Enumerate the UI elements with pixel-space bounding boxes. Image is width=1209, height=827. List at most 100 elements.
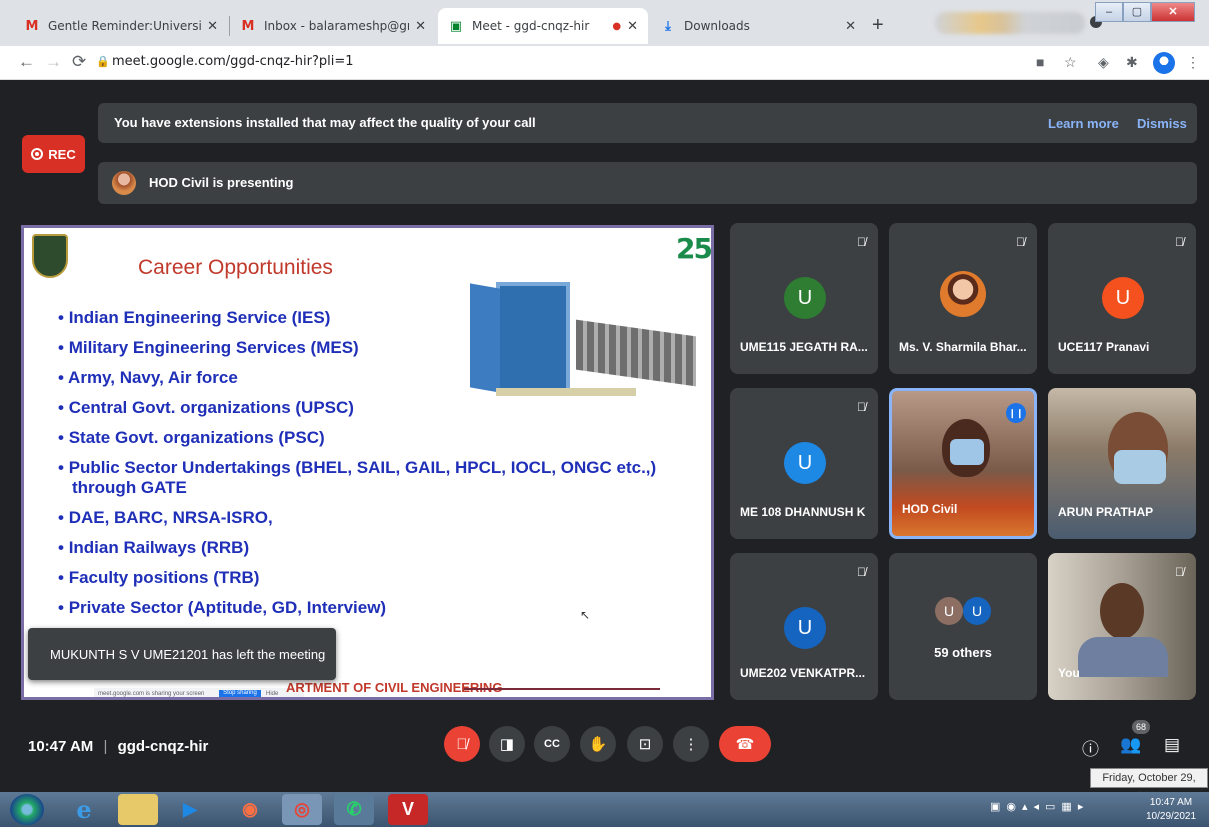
face-mask xyxy=(950,439,984,465)
career-item: Indian Railways (RRB) xyxy=(58,538,668,558)
participant-tile[interactable]: 🎙̸ U UCE117 Pranavi xyxy=(1048,223,1196,374)
mic-off-icon: 🎙̸ xyxy=(857,400,866,414)
presenting-bar: HOD Civil is presenting xyxy=(98,162,1197,204)
mouse-cursor-icon: ↖ xyxy=(580,608,591,622)
more-options-button[interactable]: ⋮ xyxy=(673,726,709,762)
participant-tile-speaking[interactable]: ❙❙ HOD Civil xyxy=(889,388,1037,539)
more-vert-icon: ⋮ xyxy=(683,736,699,753)
participant-tile[interactable]: 🎙̸ U ME 108 DHANNUSH K xyxy=(730,388,878,539)
hide-button[interactable]: Hide xyxy=(266,691,278,697)
extension-warning-banner: You have extensions installed that may a… xyxy=(98,103,1197,143)
minimize-button[interactable]: – xyxy=(1095,2,1123,22)
date-tooltip: Friday, October 29, 2021 xyxy=(1090,768,1208,802)
participant-name: UME115 JEGATH RA... xyxy=(740,340,868,354)
start-button[interactable] xyxy=(10,794,44,825)
presenting-text: HOD Civil is presenting xyxy=(149,175,294,190)
left-meeting-toast: MUKUNTH S V UME21201 has left the meetin… xyxy=(28,628,336,680)
close-tab-icon[interactable]: ✕ xyxy=(627,19,638,34)
participant-avatar: U xyxy=(784,277,826,319)
file-explorer-icon[interactable] xyxy=(118,794,158,825)
menu-kebab-icon[interactable]: ⋮ xyxy=(1186,54,1200,71)
profile-avatar[interactable] xyxy=(1153,52,1175,74)
hang-up-icon: ☎ xyxy=(735,736,755,753)
window-controls: – ▢ ✕ xyxy=(1095,2,1195,22)
participant-avatar: U xyxy=(784,442,826,484)
mic-off-icon: 🎙̸ xyxy=(1016,235,1025,249)
career-item: Central Govt. organizations (UPSC) xyxy=(58,398,668,418)
career-item: Private Sector (Aptitude, GD, Interview) xyxy=(58,598,668,618)
reload-icon[interactable]: ⟳ xyxy=(72,52,86,72)
chrome-icon[interactable]: ◎ xyxy=(282,794,322,825)
raise-hand-button[interactable]: ✋ xyxy=(580,726,616,762)
firefox-icon[interactable]: ◉ xyxy=(230,794,270,825)
end-call-button[interactable]: ☎ xyxy=(719,726,771,762)
tab-gentle-reminder[interactable]: M Gentle Reminder:University Distr ✕ xyxy=(14,8,228,44)
participant-tile[interactable]: 🎙̸ Ms. V. Sharmila Bhar... xyxy=(889,223,1037,374)
forward-icon[interactable]: → xyxy=(45,52,62,72)
address-bar[interactable]: meet.google.com/ggd-cnqz-hir?pli=1 xyxy=(112,54,354,69)
career-item: Army, Navy, Air force xyxy=(58,368,668,388)
tab-meet[interactable]: ▣ Meet - ggd-cnqz-hir ● ✕ xyxy=(438,8,648,44)
stop-sharing-button[interactable]: Stop sharing xyxy=(219,690,261,697)
new-tab-button[interactable]: + xyxy=(872,14,884,37)
speaking-indicator-icon: ❙❙ xyxy=(1006,403,1026,423)
participant-tile[interactable]: 🎙̸ U UME202 VENKATPR... xyxy=(730,553,878,700)
blurred-tab-area xyxy=(935,12,1085,34)
whatsapp-icon[interactable]: ✆ xyxy=(334,794,374,825)
bookmark-star-icon[interactable]: ☆ xyxy=(1064,54,1077,71)
tab-inbox[interactable]: M Inbox - balarameshp@gmail.com ✕ xyxy=(230,8,436,44)
back-icon[interactable]: ← xyxy=(18,52,35,72)
extension-icon[interactable]: ◈ xyxy=(1098,54,1109,71)
participant-name: ME 108 DHANNUSH K xyxy=(740,505,866,519)
mic-off-icon: 🎙̸ xyxy=(1175,235,1184,249)
mic-off-icon: 🎙̸ xyxy=(1175,565,1184,579)
screen-share-bar: meet.google.com is sharing your screen S… xyxy=(94,688,304,697)
close-window-button[interactable]: ✕ xyxy=(1151,2,1195,22)
camera-indicator-icon[interactable]: ■ xyxy=(1036,54,1044,70)
recording-badge[interactable]: REC xyxy=(22,135,85,173)
college-logo xyxy=(32,234,68,278)
record-icon xyxy=(31,148,44,160)
participant-tile[interactable]: ARUN PRATHAP xyxy=(1048,388,1196,539)
participant-tile[interactable]: 🎙̸ U UME115 JEGATH RA... xyxy=(730,223,878,374)
tab-downloads[interactable]: ⤓ Downloads ✕ xyxy=(650,8,866,44)
participant-name: ARUN PRATHAP xyxy=(1058,505,1154,519)
browser-toolbar: ← → ⟳ 🔒 meet.google.com/ggd-cnqz-hir?pli… xyxy=(0,46,1209,80)
present-button[interactable]: ⊡ xyxy=(627,726,663,762)
system-tray[interactable]: ▣◉▴◂▭▦▸ xyxy=(990,800,1089,813)
footer-line xyxy=(464,688,660,690)
lock-icon: 🔒 xyxy=(96,56,110,68)
ie-icon[interactable]: e xyxy=(64,794,104,825)
close-tab-icon[interactable]: ✕ xyxy=(845,19,856,34)
present-screen-icon: ⊡ xyxy=(638,736,652,753)
chat-icon[interactable]: ▤ xyxy=(1164,735,1180,755)
participant-photo xyxy=(940,271,986,317)
mic-toggle-button[interactable]: 🎙̸ xyxy=(444,726,480,762)
maximize-button[interactable]: ▢ xyxy=(1123,2,1151,22)
career-list: Indian Engineering Service (IES) Militar… xyxy=(58,308,668,628)
others-tile[interactable]: U U 59 others xyxy=(889,553,1037,700)
others-count: 59 others xyxy=(934,645,992,660)
face-mask xyxy=(1114,450,1166,484)
people-icon[interactable]: 👥 xyxy=(1120,735,1141,755)
puzzle-icon[interactable]: ✱ xyxy=(1126,54,1138,71)
dismiss-button[interactable]: Dismiss xyxy=(1137,116,1187,131)
participant-video-body xyxy=(1078,637,1168,677)
windows-taskbar: e ▶ ◉ ◎ ✆ V ▣◉▴◂▭▦▸ 10:47 AM 10/29/2021 xyxy=(0,792,1209,827)
camera-toggle-button[interactable]: ◨ xyxy=(489,726,525,762)
participant-name: UME202 VENKATPR... xyxy=(740,666,866,680)
learn-more-link[interactable]: Learn more xyxy=(1048,116,1119,131)
meet-icon: ▣ xyxy=(449,18,463,34)
close-tab-icon[interactable]: ✕ xyxy=(415,19,426,34)
anniversary-logo: 25 xyxy=(676,232,711,265)
captions-button[interactable]: CC xyxy=(534,726,570,762)
participant-avatar: U xyxy=(1102,277,1144,319)
close-tab-icon[interactable]: ✕ xyxy=(207,19,218,34)
self-tile[interactable]: 🎙̸ You xyxy=(1048,553,1196,700)
meeting-info-icon[interactable]: ⓘ xyxy=(1082,735,1099,760)
career-item: Indian Engineering Service (IES) xyxy=(58,308,668,328)
winrar-icon[interactable]: V xyxy=(388,794,428,825)
media-player-icon[interactable]: ▶ xyxy=(170,794,210,825)
career-item: State Govt. organizations (PSC) xyxy=(58,428,668,448)
taskbar-clock[interactable]: 10:47 AM 10/29/2021 xyxy=(1146,796,1196,824)
